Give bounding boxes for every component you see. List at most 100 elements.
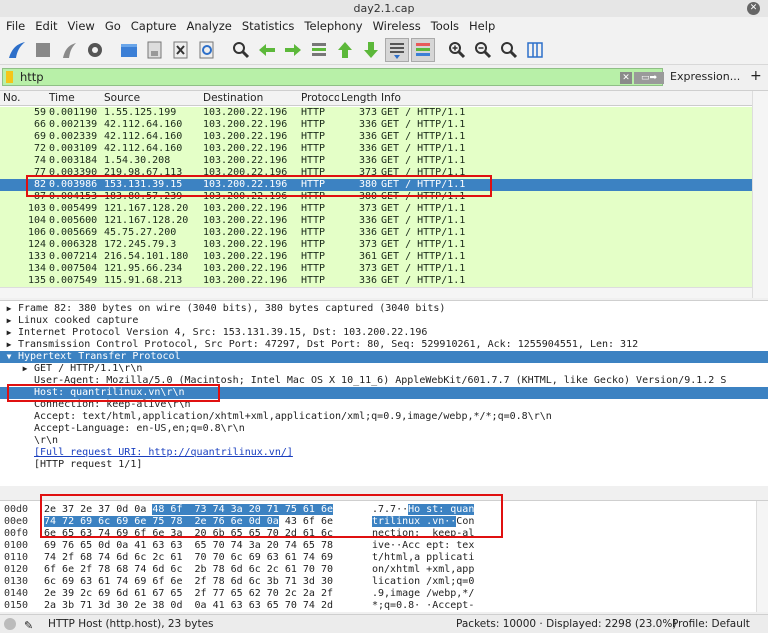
clear-filter-icon[interactable]: ✕ <box>620 72 632 84</box>
detail-row[interactable]: Accept: text/html,application/xhtml+xml,… <box>0 411 768 423</box>
detail-row[interactable]: [Full request URI: http://quantrilinux.v… <box>0 447 768 459</box>
packet-row[interactable]: 124 0.006328 172.245.79.3 103.200.22.196 HTT… <box>0 239 752 251</box>
go-back-icon[interactable] <box>255 38 279 62</box>
bytes-row[interactable]: 0140 2e 39 2c 69 6d 61 67 65 2f 77 65 62 … <box>0 588 756 600</box>
detail-row[interactable]: ▶ Frame 82: 380 bytes on wire (3040 bits)… <box>0 303 768 315</box>
close-window-button[interactable]: ✕ <box>747 2 760 15</box>
packet-list-hscrollbar[interactable] <box>0 287 752 298</box>
menu-file[interactable]: File <box>0 17 30 35</box>
packet-list-header: No. Time Source Destination Protocol Len… <box>0 91 752 106</box>
packet-cell-info: GET / HTTP/1.1 <box>381 251 466 262</box>
close-file-icon[interactable] <box>169 38 193 62</box>
resize-columns-icon[interactable] <box>523 38 547 62</box>
packet-row[interactable]: 69 0.002339 42.112.64.160 103.200.22.196 HTT… <box>0 131 752 143</box>
expand-arrow-icon[interactable]: ▶ <box>4 339 14 351</box>
expand-arrow-icon[interactable]: ▶ <box>4 303 14 315</box>
packet-cell-proto: HTTP <box>301 263 326 274</box>
column-info[interactable]: Info <box>381 92 401 104</box>
packet-cell-time: 0.005669 <box>49 227 98 238</box>
detail-row[interactable]: \r\n <box>0 435 768 447</box>
expand-arrow-icon[interactable]: ▶ <box>4 315 14 327</box>
start-capture-icon[interactable] <box>5 38 29 62</box>
packet-row[interactable]: 74 0.003184 1.54.30.208 103.200.22.196 HTTP 3… <box>0 155 752 167</box>
menu-view[interactable]: View <box>63 17 100 35</box>
packet-row[interactable]: 106 0.005669 45.75.27.200 103.200.22.196 HTT… <box>0 227 752 239</box>
filter-bookmark-icon[interactable] <box>6 71 13 83</box>
packet-cell-len: 373 <box>358 203 377 214</box>
auto-scroll-icon[interactable] <box>385 37 409 62</box>
expand-arrow-icon[interactable]: ▶ <box>20 363 30 375</box>
detail-row[interactable]: ▶ Transmission Control Protocol, Src Port… <box>0 339 768 351</box>
detail-row[interactable]: ▶ Internet Protocol Version 4, Src: 153.1… <box>0 327 768 339</box>
packet-row[interactable]: 66 0.002139 42.112.64.160 103.200.22.196 HTT… <box>0 119 752 131</box>
zoom-in-icon[interactable] <box>445 38 469 62</box>
go-forward-icon[interactable] <box>281 38 305 62</box>
bytes-row[interactable]: 0150 2a 3b 71 3d 30 2e 38 0d 0a 41 63 63 … <box>0 600 756 612</box>
expert-info-icon[interactable] <box>4 618 16 630</box>
menu-wireless[interactable]: Wireless <box>368 17 426 35</box>
packet-row[interactable]: 103 0.005499 121.167.128.20 103.200.22.196 H… <box>0 203 752 215</box>
detail-row[interactable]: ▼ Hypertext Transfer Protocol <box>0 351 768 363</box>
first-packet-icon[interactable] <box>333 38 357 62</box>
save-file-icon[interactable] <box>143 38 167 62</box>
packet-cell-len: 373 <box>358 107 377 118</box>
detail-row[interactable]: ▶ GET / HTTP/1.1\r\n <box>0 363 768 375</box>
packet-row[interactable]: 104 0.005600 121.167.128.20 103.200.22.196 H… <box>0 215 752 227</box>
status-bar: ✎ HTTP Host (http.host), 23 bytes Packet… <box>0 614 768 633</box>
expand-arrow-icon[interactable]: ▶ <box>4 327 14 339</box>
packet-row[interactable]: 134 0.007504 121.95.66.234 103.200.22.196 HT… <box>0 263 752 275</box>
zoom-out-icon[interactable] <box>471 38 495 62</box>
menu-statistics[interactable]: Statistics <box>237 17 300 35</box>
detail-row[interactable]: Accept-Language: en-US,en;q=0.8\r\n <box>0 423 768 435</box>
expand-arrow-icon[interactable]: ▼ <box>4 351 14 363</box>
packet-list-scrollbar[interactable] <box>752 91 768 298</box>
menu-telephony[interactable]: Telephony <box>299 17 367 35</box>
column-protocol[interactable]: Protocol <box>301 92 339 104</box>
menu-tools[interactable]: Tools <box>426 17 464 35</box>
edit-comment-icon[interactable]: ✎ <box>24 617 33 633</box>
column-no[interactable]: No. <box>3 92 20 104</box>
column-destination[interactable]: Destination <box>203 92 263 104</box>
bytes-row[interactable]: 0100 69 76 65 0d 0a 41 63 63 65 70 74 3a … <box>0 540 756 552</box>
packet-cell-proto: HTTP <box>301 227 326 238</box>
colorize-icon[interactable] <box>411 37 435 62</box>
menu-help[interactable]: Help <box>464 17 500 35</box>
menu-go[interactable]: Go <box>100 17 126 35</box>
go-to-packet-icon[interactable] <box>307 38 331 62</box>
packet-row[interactable]: 72 0.003109 42.112.64.160 103.200.22.196 HTT… <box>0 143 752 155</box>
packet-cell-src: 121.167.128.20 <box>104 203 189 214</box>
display-filter-input[interactable]: http ✕ ▭➡ <box>2 68 664 86</box>
bytes-row[interactable]: 0130 6c 69 63 61 74 69 6f 6e 2f 78 6d 6c … <box>0 576 756 588</box>
menu-analyze[interactable]: Analyze <box>182 17 237 35</box>
normal-size-icon[interactable] <box>497 38 521 62</box>
last-packet-icon[interactable] <box>359 38 383 62</box>
column-source[interactable]: Source <box>104 92 140 104</box>
restart-capture-icon[interactable] <box>57 38 81 62</box>
packet-row[interactable]: 135 0.007549 115.91.68.213 103.200.22.196 HT… <box>0 275 752 287</box>
apply-filter-icon[interactable]: ▭➡ <box>634 72 664 84</box>
packet-cell-time: 0.007214 <box>49 251 98 262</box>
packet-row[interactable]: 59 0.001190 1.55.125.199 103.200.22.196 HTTP… <box>0 107 752 119</box>
column-length[interactable]: Length <box>341 92 377 104</box>
menu-capture[interactable]: Capture <box>126 17 182 35</box>
bytes-row[interactable]: 0110 74 2f 68 74 6d 6c 2c 61 70 70 6c 69 … <box>0 552 756 564</box>
packet-cell-time: 0.002339 <box>49 131 98 142</box>
capture-options-gear-icon[interactable] <box>83 38 107 62</box>
bytes-row[interactable]: 0120 6f 6e 2f 78 68 74 6d 6c 2b 78 6d 6c … <box>0 564 756 576</box>
packet-cell-proto: HTTP <box>301 143 326 154</box>
bytes-offset: 0150 <box>4 600 29 611</box>
bytes-scrollbar[interactable] <box>756 501 768 612</box>
packet-cell-info: GET / HTTP/1.1 <box>381 275 466 286</box>
menu-edit[interactable]: Edit <box>30 17 62 35</box>
detail-row[interactable]: [HTTP request 1/1] <box>0 459 768 471</box>
column-time[interactable]: Time <box>49 92 75 104</box>
stop-capture-icon[interactable] <box>31 38 55 62</box>
detail-row[interactable]: ▶ Linux cooked capture <box>0 315 768 327</box>
status-profile[interactable]: Profile: Default <box>672 615 750 633</box>
open-file-icon[interactable] <box>117 38 141 62</box>
find-packet-icon[interactable] <box>229 38 253 62</box>
packet-row[interactable]: 133 0.007214 216.54.101.180 103.200.22.196 H… <box>0 251 752 263</box>
add-filter-button[interactable]: + <box>750 68 762 84</box>
expression-button[interactable]: Expression... <box>670 70 740 83</box>
reload-file-icon[interactable] <box>195 38 219 62</box>
